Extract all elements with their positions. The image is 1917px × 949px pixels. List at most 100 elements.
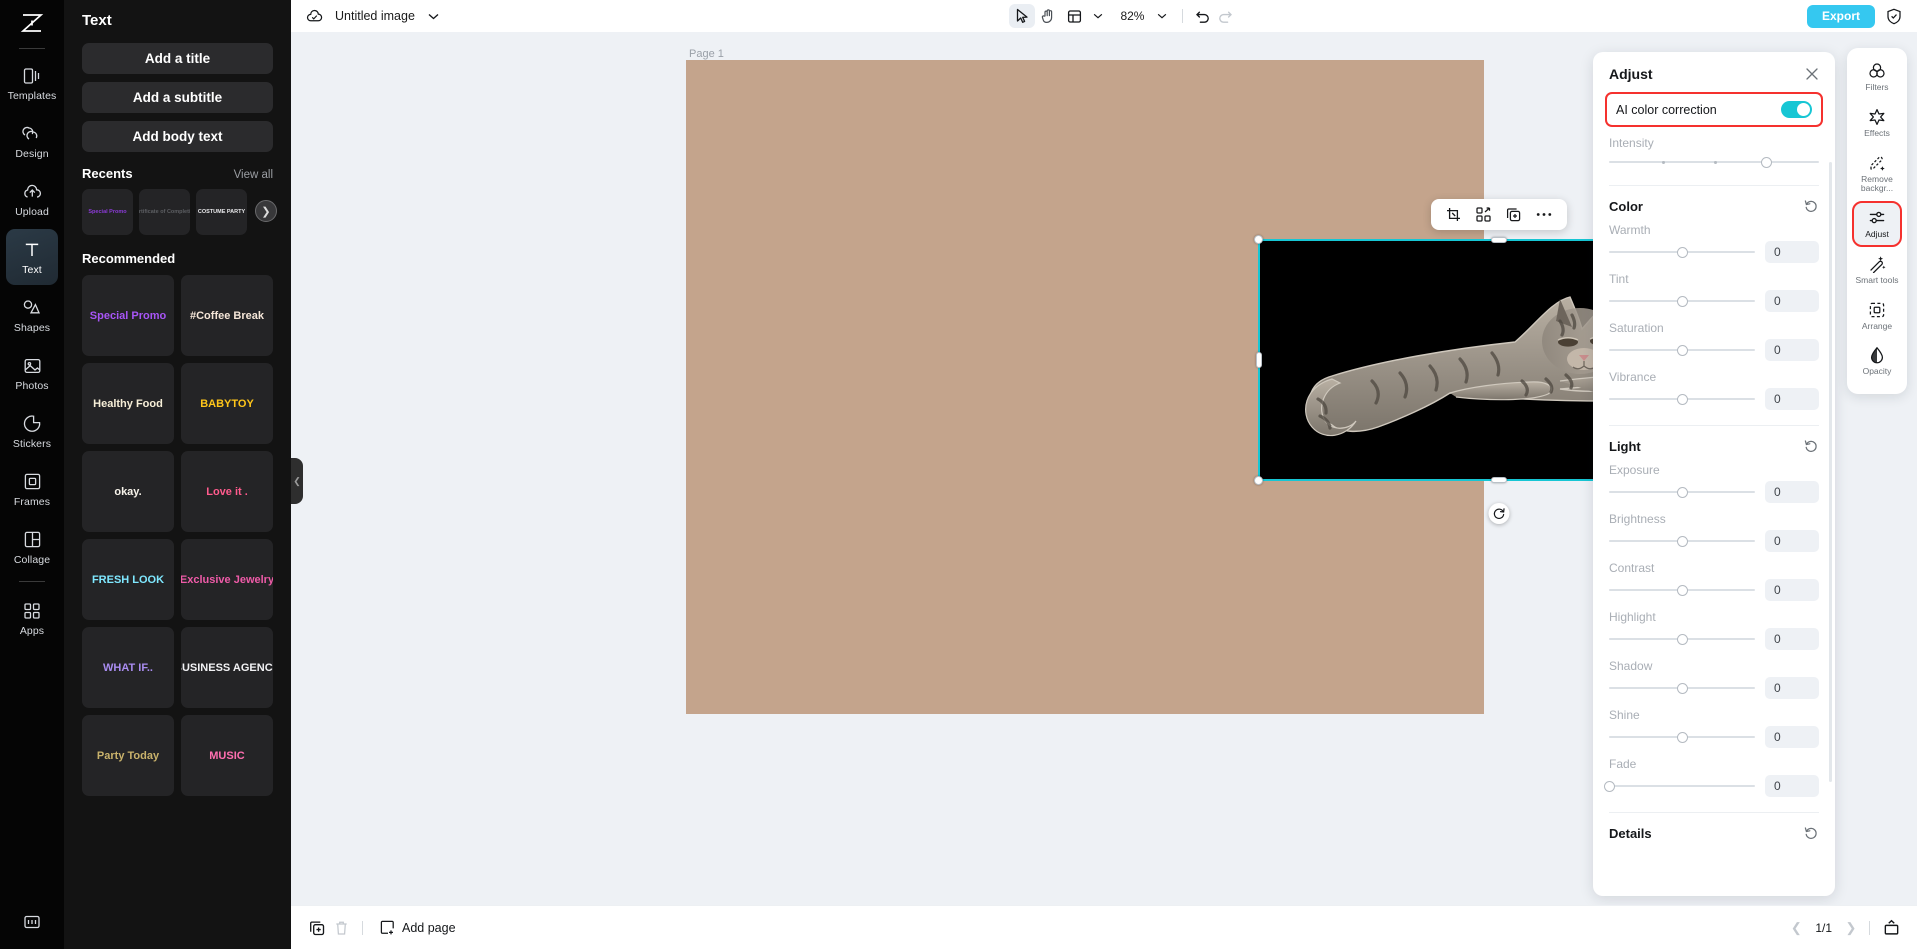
resize-handle-top-left[interactable]: [1254, 235, 1263, 244]
slider-track[interactable]: [1609, 778, 1755, 794]
add-subtitle-button[interactable]: Add a subtitle: [82, 82, 273, 113]
slider-track[interactable]: [1609, 342, 1755, 358]
slider-knob[interactable]: [1677, 247, 1688, 258]
adjust-panel-body[interactable]: AI color correction IntensityColorWarmth…: [1593, 92, 1835, 882]
slider-track[interactable]: [1609, 582, 1755, 598]
template-card[interactable]: okay.: [82, 451, 174, 532]
template-card[interactable]: Love it .: [181, 451, 273, 532]
slider-knob[interactable]: [1761, 157, 1772, 168]
slider-knob[interactable]: [1677, 536, 1688, 547]
select-tool-button[interactable]: [1009, 4, 1035, 28]
present-icon[interactable]: [1879, 916, 1903, 940]
rotate-icon[interactable]: [1488, 503, 1509, 524]
more-horizontal-icon[interactable]: [1531, 203, 1557, 227]
template-card[interactable]: Party Today: [82, 715, 174, 796]
template-card[interactable]: BABYTOY: [181, 363, 273, 444]
ai-color-correction-toggle[interactable]: [1781, 101, 1812, 118]
slider-value[interactable]: 0: [1765, 628, 1819, 650]
ai-retouch-icon[interactable]: [1471, 203, 1497, 227]
zoom-level-value[interactable]: 82%: [1117, 9, 1147, 23]
slider-value[interactable]: 0: [1765, 579, 1819, 601]
next-page-button[interactable]: ❯: [1842, 920, 1860, 936]
duplicate-icon[interactable]: [1501, 203, 1527, 227]
hand-tool-button[interactable]: [1035, 4, 1061, 28]
sidebar-item-collage[interactable]: Collage: [6, 519, 58, 575]
template-card[interactable]: Exclusive Jewelry: [181, 539, 273, 620]
slider-knob[interactable]: [1677, 487, 1688, 498]
slider-knob[interactable]: [1677, 585, 1688, 596]
resize-handle-top[interactable]: [1491, 237, 1507, 243]
template-card[interactable]: #Coffee Break: [181, 275, 273, 356]
zoom-chevron-down-icon[interactable]: [1151, 5, 1173, 27]
slider-value[interactable]: 0: [1765, 726, 1819, 748]
sidebar-item-shapes[interactable]: Shapes: [6, 287, 58, 343]
slider-track[interactable]: [1609, 244, 1755, 260]
template-card[interactable]: Healthy Food: [82, 363, 174, 444]
slider-value[interactable]: 0: [1765, 481, 1819, 503]
ai-color-correction-row[interactable]: AI color correction: [1605, 92, 1823, 127]
resize-handle-bottom[interactable]: [1491, 477, 1507, 483]
add-body-text-button[interactable]: Add body text: [82, 121, 273, 152]
right-tool-filters[interactable]: Filters: [1854, 56, 1900, 98]
export-button[interactable]: Export: [1807, 5, 1875, 28]
slider-value[interactable]: 0: [1765, 530, 1819, 552]
chevron-down-icon[interactable]: [423, 5, 445, 27]
right-tool-adjust[interactable]: Adjust: [1854, 203, 1900, 245]
recents-view-all-link[interactable]: View all: [234, 169, 273, 181]
adjust-panel-scrollbar[interactable]: [1829, 162, 1832, 782]
reset-icon[interactable]: [1804, 199, 1819, 214]
sidebar-item-stickers[interactable]: Stickers: [6, 403, 58, 459]
slider-track[interactable]: [1609, 631, 1755, 647]
layout-tool-button[interactable]: [1061, 4, 1087, 28]
workspace-icon[interactable]: [21, 911, 43, 933]
slider-knob[interactable]: [1677, 683, 1688, 694]
slider-knob[interactable]: [1604, 781, 1615, 792]
slider-value[interactable]: 0: [1765, 775, 1819, 797]
slider-knob[interactable]: [1677, 296, 1688, 307]
slider-track[interactable]: [1609, 729, 1755, 745]
sidebar-item-upload[interactable]: Upload: [6, 171, 58, 227]
slider-knob[interactable]: [1677, 394, 1688, 405]
recent-item[interactable]: COSTUME PARTY: [196, 189, 247, 235]
right-tool-smart-tools[interactable]: Smart tools: [1854, 249, 1900, 291]
slider-value[interactable]: 0: [1765, 290, 1819, 312]
add-page-button[interactable]: Add page: [380, 920, 456, 935]
reset-icon[interactable]: [1804, 826, 1819, 841]
sidebar-item-photos[interactable]: Photos: [6, 345, 58, 401]
resize-handle-left[interactable]: [1256, 352, 1262, 368]
shield-check-icon[interactable]: [1883, 5, 1905, 27]
right-tool-arrange[interactable]: Arrange: [1854, 295, 1900, 337]
undo-icon[interactable]: [1192, 5, 1214, 27]
close-icon[interactable]: [1805, 67, 1819, 81]
resize-handle-bottom-left[interactable]: [1254, 476, 1263, 485]
right-tool-opacity[interactable]: Opacity: [1854, 340, 1900, 382]
add-title-button[interactable]: Add a title: [82, 43, 273, 74]
sidebar-item-text[interactable]: Text: [6, 229, 58, 285]
recent-item[interactable]: Certificate of Completion: [139, 189, 190, 235]
template-card[interactable]: FRESH LOOK: [82, 539, 174, 620]
right-tool-remove-backgr[interactable]: Remove backgr...: [1854, 148, 1900, 200]
prev-page-button[interactable]: ❮: [1787, 920, 1805, 936]
template-card[interactable]: Special Promo: [82, 275, 174, 356]
slider-track[interactable]: [1609, 391, 1755, 407]
cloud-saved-icon[interactable]: [303, 5, 325, 27]
slider-track[interactable]: [1609, 680, 1755, 696]
layout-chevron-down-icon[interactable]: [1087, 5, 1109, 27]
slider-knob[interactable]: [1677, 345, 1688, 356]
slider-knob[interactable]: [1677, 732, 1688, 743]
slider-track[interactable]: [1609, 484, 1755, 500]
sidebar-item-design[interactable]: Design: [6, 113, 58, 169]
template-card[interactable]: WHAT IF..: [82, 627, 174, 708]
template-card[interactable]: MUSIC: [181, 715, 273, 796]
sidebar-item-apps[interactable]: Apps: [6, 590, 58, 646]
chevron-left-icon[interactable]: ❮: [291, 458, 303, 504]
right-tool-effects[interactable]: Effects: [1854, 102, 1900, 144]
sidebar-item-templates[interactable]: Templates: [6, 55, 58, 111]
slider-track[interactable]: [1609, 293, 1755, 309]
slider-value[interactable]: 0: [1765, 677, 1819, 699]
duplicate-page-icon[interactable]: [305, 916, 329, 940]
slider-value[interactable]: 0: [1765, 388, 1819, 410]
crop-icon[interactable]: [1441, 203, 1467, 227]
slider-track[interactable]: [1609, 154, 1819, 170]
recent-item[interactable]: Special Promo: [82, 189, 133, 235]
